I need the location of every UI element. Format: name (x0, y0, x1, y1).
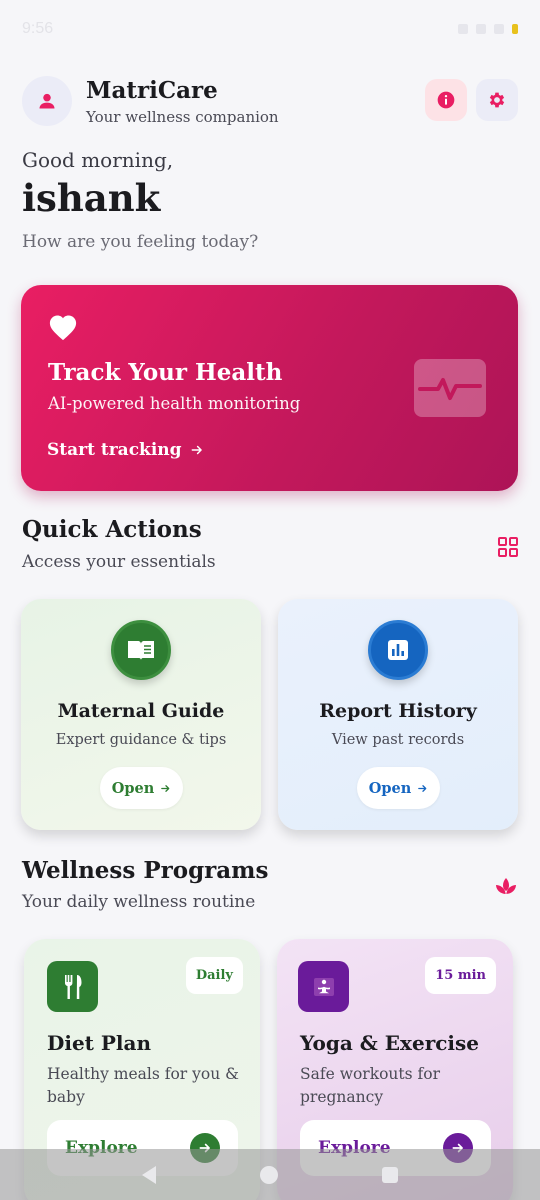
system-nav-bar (0, 1149, 540, 1200)
diet-plan-description: Healthy meals for you & baby (47, 1065, 239, 1106)
app-title: MatriCare (86, 76, 218, 104)
open-label: Open (111, 779, 155, 797)
info-button[interactable] (425, 79, 467, 121)
app-info: MatriCare Your wellness companion (86, 77, 279, 126)
status-time: 9:56 (22, 20, 54, 37)
greeting-prompt: How are you feeling today? (22, 232, 259, 252)
wellness-programs-title: Wellness Programs (22, 857, 269, 884)
user-name: ishank (22, 176, 161, 220)
home-icon[interactable] (260, 1165, 278, 1184)
arrow-right-icon (161, 784, 170, 792)
hero-subtitle: AI-powered health monitoring (48, 394, 301, 413)
battery-icon (512, 24, 518, 34)
report-history-card[interactable]: Report History View past records Open (278, 599, 518, 830)
recent-apps-icon[interactable] (382, 1166, 398, 1183)
gear-icon (489, 92, 505, 108)
yoga-exercise-badge: 15 min (425, 957, 496, 994)
lotus-icon (496, 878, 516, 894)
track-health-card[interactable]: Track Your Health AI-powered health moni… (21, 285, 518, 491)
start-tracking-link[interactable]: Start tracking (47, 440, 204, 460)
status-bar: 9:56 (0, 0, 540, 58)
maternal-guide-title: Maternal Guide (57, 700, 225, 722)
open-label: Open (368, 779, 412, 797)
status-icons (458, 24, 518, 34)
maternal-guide-subtitle: Expert guidance & tips (55, 732, 227, 748)
chart-report-icon (368, 620, 428, 680)
wifi-icon (476, 24, 486, 34)
yoga-exercise-description: Safe workouts for pregnancy (300, 1065, 440, 1106)
quick-actions-title: Quick Actions (22, 516, 202, 543)
signal-icon (494, 24, 504, 34)
settings-button[interactable] (476, 79, 518, 121)
report-history-open-button[interactable]: Open (357, 767, 440, 809)
back-icon[interactable] (142, 1165, 156, 1184)
hero-title: Track Your Health (48, 359, 283, 386)
arrow-right-icon (191, 445, 202, 455)
person-icon (39, 93, 55, 109)
yoga-exercise-title: Yoga & Exercise (300, 1031, 479, 1055)
report-history-subtitle: View past records (331, 732, 465, 748)
maternal-guide-card[interactable]: Maternal Guide Expert guidance & tips Op… (21, 599, 261, 830)
arrow-right-icon (418, 784, 427, 792)
grid-icon (498, 537, 518, 557)
wellness-programs-subtitle: Your daily wellness routine (22, 892, 256, 912)
profile-avatar[interactable] (22, 76, 72, 126)
book-icon (111, 620, 171, 680)
diet-plan-title: Diet Plan (47, 1031, 152, 1055)
notification-icon (458, 24, 468, 34)
heart-icon (49, 315, 77, 341)
quick-actions-subtitle: Access your essentials (22, 552, 216, 572)
report-history-title: Report History (319, 700, 477, 722)
greeting-salutation: Good morning, (22, 148, 174, 172)
diet-plan-badge: Daily (185, 957, 243, 994)
start-tracking-label: Start tracking (47, 440, 182, 460)
app-header: MatriCare Your wellness companion (22, 74, 518, 128)
yoga-icon (298, 961, 349, 1012)
info-icon (437, 91, 455, 109)
maternal-guide-open-button[interactable]: Open (100, 767, 183, 809)
pulse-icon (414, 359, 486, 417)
app-subtitle: Your wellness companion (86, 107, 279, 126)
utensils-icon (47, 961, 98, 1012)
